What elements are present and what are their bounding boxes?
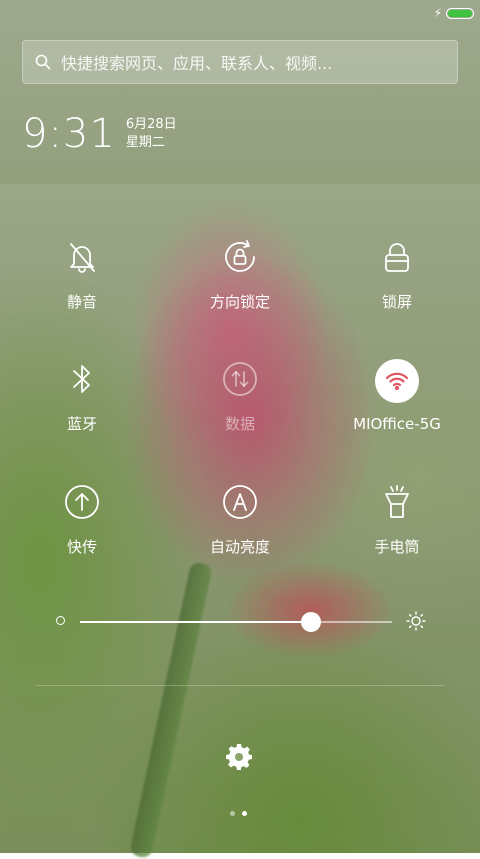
status-bar: ⚡ [434,6,474,20]
bell-off-icon [62,237,102,277]
toggle-mute[interactable]: 静音 [12,237,152,312]
toggle-lock-screen[interactable]: 锁屏 [327,237,467,312]
search-icon [35,54,51,70]
toggle-label: 手电筒 [374,538,420,556]
wifi-icon [375,359,419,403]
clock-date: 6月28日 [125,117,177,132]
quick-transfer-icon [62,482,102,522]
brightness-slider[interactable] [56,608,426,636]
toggle-label: 蓝牙 [66,415,97,433]
toggle-bluetooth[interactable]: 蓝牙 [12,359,152,434]
toggle-label: 方向锁定 [209,293,270,311]
clock-weekday: 星期二 [125,135,165,150]
auto-brightness-icon [220,482,260,522]
brightness-high-icon [406,611,426,631]
toggle-label: MIOffice-5G [353,415,441,433]
toggle-auto-brightness[interactable]: 自动亮度 [170,482,310,557]
battery-icon [446,7,474,19]
toggle-flashlight[interactable]: 手电筒 [327,482,467,557]
page-dot-active[interactable] [242,811,247,816]
clock-time: 9:31 [22,111,116,157]
clock-date-block: 6月28日 星期二 [126,116,177,152]
toggle-rotation-lock[interactable]: 方向锁定 [170,237,310,312]
toggle-label: 锁屏 [381,293,412,311]
toggle-mobile-data[interactable]: 数据 [170,359,310,434]
brightness-low-icon [56,616,65,625]
toggle-label: 自动亮度 [209,538,270,556]
page-dot[interactable] [230,811,235,816]
rotation-lock-icon [220,237,260,277]
search-bar[interactable]: 快捷搜索网页、应用、联系人、视频... [22,40,458,84]
toggle-label: 静音 [66,293,97,311]
battery-level [448,9,472,17]
mobile-data-icon [220,359,260,399]
clock: 9:31 6月28日 星期二 [22,108,177,160]
brightness-track[interactable] [80,612,392,632]
settings-gear-icon[interactable] [224,742,254,772]
page-indicator [230,811,247,816]
toggle-label: 快传 [66,538,97,556]
divider [36,685,444,686]
flashlight-icon [377,482,417,522]
lock-icon [377,237,417,277]
search-placeholder: 快捷搜索网页、应用、联系人、视频... [61,54,333,73]
toggle-quick-transfer[interactable]: 快传 [12,482,152,557]
charging-icon: ⚡ [433,6,442,20]
brightness-thumb[interactable] [300,612,321,632]
brightness-fill [80,621,311,623]
toggle-label: 数据 [224,415,255,433]
bluetooth-icon [62,359,102,399]
toggle-wifi[interactable]: MIOffice-5G [327,359,467,433]
